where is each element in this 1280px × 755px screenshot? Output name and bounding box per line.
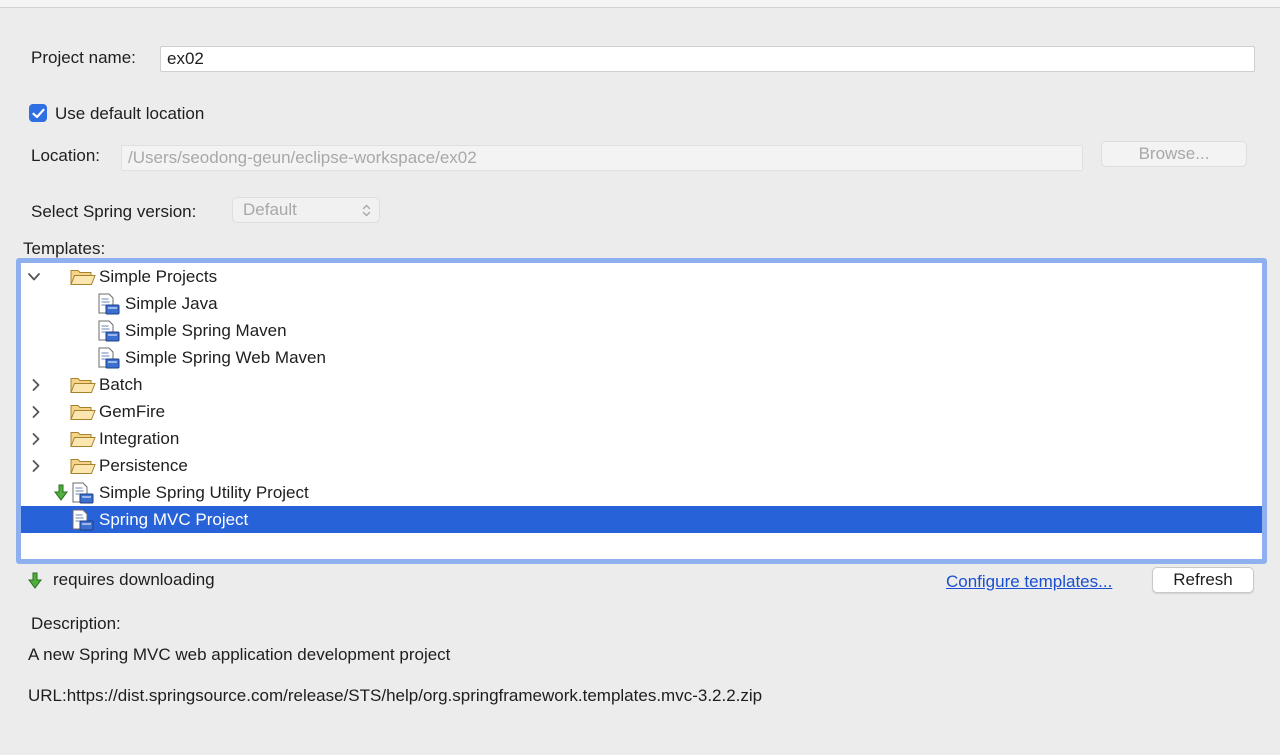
project-name-label: Project name: xyxy=(31,48,136,67)
tree-item-label: Simple Spring Web Maven xyxy=(125,348,326,367)
tree-item-label: Simple Spring Utility Project xyxy=(99,483,309,502)
templates-tree[interactable]: Simple Projects Simple Java Simple Sprin… xyxy=(16,258,1267,564)
project-name-input[interactable]: ex02 xyxy=(160,46,1255,72)
description-url: URL:https://dist.springsource.com/releas… xyxy=(28,686,763,705)
folder-icon xyxy=(70,378,96,393)
tree-item-simple-java[interactable]: Simple Java xyxy=(21,290,1262,317)
template-file-icon xyxy=(72,482,94,504)
tree-item-label: Spring MVC Project xyxy=(99,510,249,529)
chevron-right-icon[interactable] xyxy=(31,405,41,419)
folder-icon xyxy=(70,459,96,474)
description-text: A new Spring MVC web application develop… xyxy=(28,645,451,664)
browse-button: Browse... xyxy=(1101,141,1247,167)
folder-icon xyxy=(70,405,96,420)
tree-item-label: Batch xyxy=(99,375,143,394)
template-file-icon xyxy=(98,347,120,369)
refresh-button[interactable]: Refresh xyxy=(1152,567,1254,593)
tree-item-simple-projects[interactable]: Simple Projects xyxy=(21,263,1262,290)
configure-templates-link[interactable]: Configure templates... xyxy=(946,572,1112,592)
tree-item-label: Simple Java xyxy=(125,294,218,313)
template-file-icon xyxy=(98,320,120,342)
templates-label: Templates: xyxy=(23,239,106,258)
tree-item-spring-mvc-project[interactable]: Spring MVC Project xyxy=(21,506,1262,533)
chevron-right-icon[interactable] xyxy=(31,432,41,446)
tree-item-integration[interactable]: Integration xyxy=(21,425,1262,452)
chevron-right-icon[interactable] xyxy=(31,378,41,392)
tree-item-simple-spring-web-maven[interactable]: Simple Spring Web Maven xyxy=(21,344,1262,371)
window-top-edge xyxy=(0,0,1280,8)
tree-item-label: Persistence xyxy=(99,456,188,475)
download-arrow-icon xyxy=(28,572,42,589)
folder-icon xyxy=(70,270,96,285)
tree-item-gemfire[interactable]: GemFire xyxy=(21,398,1262,425)
requires-downloading-label: requires downloading xyxy=(53,570,215,589)
select-arrows-icon xyxy=(362,204,371,217)
spring-version-select: Default xyxy=(232,197,380,223)
description-label: Description: xyxy=(31,614,121,633)
location-input: /Users/seodong-geun/eclipse-workspace/ex… xyxy=(121,145,1083,171)
tree-item-simple-spring-utility-project[interactable]: Simple Spring Utility Project xyxy=(21,479,1262,506)
spring-version-value: Default xyxy=(243,200,297,219)
folder-icon xyxy=(70,432,96,447)
tree-item-label: GemFire xyxy=(99,402,166,421)
tree-item-label: Integration xyxy=(99,429,180,448)
template-file-icon xyxy=(72,509,94,531)
tree-item-simple-spring-maven[interactable]: Simple Spring Maven xyxy=(21,317,1262,344)
chevron-down-icon[interactable] xyxy=(27,272,41,282)
tree-item-batch[interactable]: Batch xyxy=(21,371,1262,398)
download-arrow-icon xyxy=(54,484,68,501)
use-default-location-checkbox[interactable] xyxy=(29,104,47,122)
tree-item-label: Simple Spring Maven xyxy=(125,321,287,340)
spring-version-label: Select Spring version: xyxy=(31,202,197,221)
checkmark-icon xyxy=(31,108,45,118)
tree-item-persistence[interactable]: Persistence xyxy=(21,452,1262,479)
use-default-location-label[interactable]: Use default location xyxy=(55,104,204,124)
tree-item-label: Simple Projects xyxy=(99,267,218,286)
template-file-icon xyxy=(98,293,120,315)
location-label: Location: xyxy=(31,146,100,165)
chevron-right-icon[interactable] xyxy=(31,459,41,473)
